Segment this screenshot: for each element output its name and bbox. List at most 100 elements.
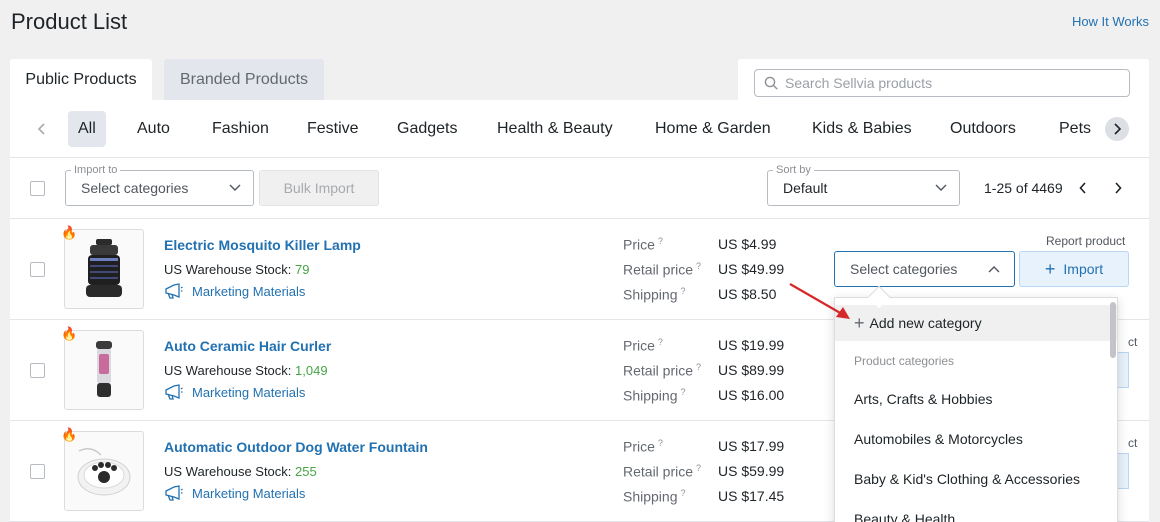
retail-help-icon[interactable]: ? xyxy=(696,362,701,372)
product-name[interactable]: Automatic Outdoor Dog Water Fountain xyxy=(164,439,428,455)
product-stock: US Warehouse Stock: 255 xyxy=(164,464,317,479)
marketing-materials-link[interactable]: Marketing Materials xyxy=(164,384,305,401)
price-help-icon[interactable]: ? xyxy=(658,337,663,347)
how-it-works-link[interactable]: How It Works xyxy=(1072,14,1149,29)
pagination-info: 1-25 of 4469 xyxy=(984,180,1063,196)
stock-label: US Warehouse Stock: xyxy=(164,464,296,479)
page-next-button[interactable] xyxy=(1111,180,1125,196)
retail-price-label: Retail price? xyxy=(623,463,701,480)
price-value: US $17.99 xyxy=(718,438,785,454)
annotation-arrow-icon xyxy=(789,283,850,319)
dropdown-scrollbar[interactable] xyxy=(1110,302,1116,358)
stock-label: US Warehouse Stock: xyxy=(164,363,296,378)
plus-icon: + xyxy=(1044,259,1056,279)
shipping-value: US $8.50 xyxy=(718,286,777,302)
category-option[interactable]: Beauty & Health xyxy=(854,511,955,522)
product-thumbnail[interactable] xyxy=(64,229,144,309)
chevron-down-icon xyxy=(229,184,241,191)
shipping-label-text: Shipping xyxy=(623,387,678,404)
retail-label-text: Retail price xyxy=(623,463,694,480)
price-value: US $19.99 xyxy=(718,337,785,353)
shipping-label: Shipping? xyxy=(623,387,686,404)
chevron-left-icon xyxy=(37,123,45,135)
retail-label-text: Retail price xyxy=(623,362,694,379)
page-prev-button[interactable] xyxy=(1076,180,1090,196)
product-name[interactable]: Auto Ceramic Hair Curler xyxy=(164,338,331,354)
category-festive[interactable]: Festive xyxy=(307,111,359,147)
price-value: US $4.99 xyxy=(718,236,777,252)
price-help-icon[interactable]: ? xyxy=(658,438,663,448)
price-label: Price? xyxy=(623,438,663,455)
sort-by-label: Sort by xyxy=(773,164,814,176)
search-area xyxy=(738,59,1149,100)
report-product-link-partial[interactable]: ct xyxy=(1128,436,1137,450)
category-all[interactable]: All xyxy=(68,111,106,147)
retail-price-value: US $89.99 xyxy=(718,362,785,378)
price-label-text: Price xyxy=(623,438,655,455)
chevron-up-icon xyxy=(988,266,1000,273)
marketing-materials-link[interactable]: Marketing Materials xyxy=(164,485,305,502)
hot-badge-icon: 🔥 xyxy=(61,225,78,240)
tab-public-products[interactable]: Public Products xyxy=(10,59,152,100)
chevron-left-icon xyxy=(1079,182,1086,194)
stock-count: 1,049 xyxy=(295,363,328,378)
shipping-help-icon[interactable]: ? xyxy=(681,488,686,498)
report-product-link[interactable]: Report product xyxy=(1046,234,1125,248)
add-new-category-option[interactable]: + Add new category xyxy=(835,305,1117,341)
retail-price-value: US $59.99 xyxy=(718,463,785,479)
category-option[interactable]: Arts, Crafts & Hobbies xyxy=(854,391,993,407)
retail-help-icon[interactable]: ? xyxy=(696,463,701,473)
category-health-beauty[interactable]: Health & Beauty xyxy=(497,111,613,147)
category-option[interactable]: Baby & Kid's Clothing & Accessories xyxy=(854,471,1080,487)
row-checkbox[interactable] xyxy=(30,262,45,277)
product-thumbnail[interactable] xyxy=(64,330,144,410)
shipping-help-icon[interactable]: ? xyxy=(681,286,686,296)
tab-branded-products[interactable]: Branded Products xyxy=(164,59,324,100)
stock-count: 255 xyxy=(295,464,317,479)
category-next-button[interactable] xyxy=(1105,117,1129,141)
select-all-checkbox[interactable] xyxy=(30,181,45,196)
mosquito-lamp-image xyxy=(86,239,122,297)
price-label: Price? xyxy=(623,236,663,253)
marketing-materials-link[interactable]: Marketing Materials xyxy=(164,283,305,300)
retail-price-value: US $49.99 xyxy=(718,261,785,277)
category-prev-button[interactable] xyxy=(32,119,52,139)
search-input[interactable] xyxy=(785,75,1105,91)
bulk-import-button[interactable]: Bulk Import xyxy=(259,170,379,206)
retail-price-label: Retail price? xyxy=(623,362,701,379)
add-new-category-label: Add new category xyxy=(869,315,982,331)
shipping-help-icon[interactable]: ? xyxy=(681,387,686,397)
price-label: Price? xyxy=(623,337,663,354)
search-box[interactable] xyxy=(754,69,1130,97)
category-auto[interactable]: Auto xyxy=(137,111,170,147)
import-button[interactable]: + Import xyxy=(1019,251,1129,287)
row-checkbox[interactable] xyxy=(30,363,45,378)
marketing-label: Marketing Materials xyxy=(192,385,306,400)
product-thumbnail[interactable] xyxy=(64,431,144,511)
megaphone-icon xyxy=(165,384,183,400)
megaphone-icon xyxy=(165,283,183,299)
category-gadgets[interactable]: Gadgets xyxy=(397,111,457,147)
dropdown-section-header: Product categories xyxy=(854,354,955,368)
report-product-link-partial[interactable]: ct xyxy=(1128,335,1137,349)
category-select-value: Select categories xyxy=(850,261,958,277)
price-label-text: Price xyxy=(623,236,655,253)
category-pets[interactable]: Pets xyxy=(1059,111,1091,147)
price-help-icon[interactable]: ? xyxy=(658,236,663,246)
hot-badge-icon: 🔥 xyxy=(61,427,78,442)
category-kids-babies[interactable]: Kids & Babies xyxy=(812,111,912,147)
category-home-garden[interactable]: Home & Garden xyxy=(655,111,771,147)
category-select-open[interactable]: Select categories xyxy=(834,251,1015,287)
marketing-label: Marketing Materials xyxy=(192,486,306,501)
shipping-label: Shipping? xyxy=(623,286,686,303)
category-outdoors[interactable]: Outdoors xyxy=(950,111,1016,147)
marketing-label: Marketing Materials xyxy=(192,284,306,299)
category-fashion[interactable]: Fashion xyxy=(212,111,269,147)
product-stock: US Warehouse Stock: 79 xyxy=(164,262,309,277)
row-checkbox[interactable] xyxy=(30,464,45,479)
category-option[interactable]: Automobiles & Motorcycles xyxy=(854,431,1023,447)
product-name[interactable]: Electric Mosquito Killer Lamp xyxy=(164,237,361,253)
stock-count: 79 xyxy=(295,262,310,277)
chevron-right-icon xyxy=(1115,182,1122,194)
retail-help-icon[interactable]: ? xyxy=(696,261,701,271)
